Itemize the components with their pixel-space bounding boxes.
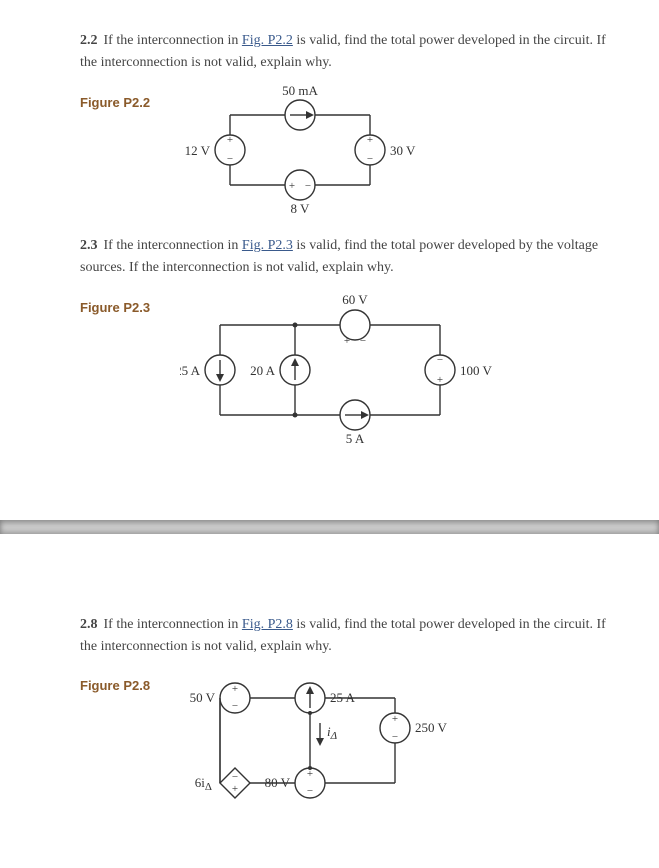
figure-container-p28: Figure P2.8 + − 50 V bbox=[80, 668, 609, 808]
label-bl-sub: Δ bbox=[205, 781, 212, 793]
label-mid: 20 A bbox=[250, 363, 276, 378]
label-bottom: 5 A bbox=[346, 431, 365, 446]
svg-text:+: + bbox=[344, 335, 350, 347]
figure-container-p23: Figure P2.3 + − 60 V bbox=[80, 290, 609, 460]
svg-text:−: − bbox=[437, 354, 443, 366]
svg-text:+: + bbox=[367, 134, 373, 146]
svg-text:−: − bbox=[232, 771, 238, 783]
problem-2-8: 2.8 If the interconnection in Fig. P2.8 i… bbox=[80, 614, 609, 809]
circuit-diagram-p28: + − 50 V 25 A + − 250 V − + 6iΔ bbox=[180, 668, 460, 808]
page-1: 2.2If the interconnection in Fig. P2.2 i… bbox=[0, 0, 659, 520]
figure-label: Figure P2.3 bbox=[80, 300, 150, 315]
text-part-a: If the interconnection in bbox=[104, 617, 242, 632]
problem-2-2: 2.2If the interconnection in Fig. P2.2 i… bbox=[80, 30, 609, 215]
svg-text:−: − bbox=[360, 335, 366, 347]
problem-number: 2.8 bbox=[80, 617, 98, 632]
problem-number: 2.2 bbox=[80, 33, 98, 48]
label-dep-sub: Δ bbox=[330, 730, 337, 742]
label-left: 12 V bbox=[185, 143, 211, 158]
label-left: 25 A bbox=[180, 363, 201, 378]
label-bm: 80 V bbox=[265, 775, 291, 790]
problem-text: 2.3If the interconnection in Fig. P2.3 i… bbox=[80, 235, 609, 280]
figure-link-p22[interactable]: Fig. P2.2 bbox=[242, 33, 293, 48]
figure-label: Figure P2.2 bbox=[80, 95, 150, 110]
svg-text:−: − bbox=[307, 785, 313, 797]
circuit-diagram-p23: + − 60 V 25 A 20 A − + 100 V bbox=[180, 290, 500, 460]
svg-text:−: − bbox=[392, 731, 398, 743]
svg-text:iΔ: iΔ bbox=[327, 724, 337, 742]
svg-text:−: − bbox=[232, 700, 238, 712]
label-bl: 6i bbox=[195, 775, 206, 790]
svg-text:+: + bbox=[289, 180, 295, 192]
svg-text:+: + bbox=[437, 374, 443, 386]
svg-text:−: − bbox=[305, 180, 311, 192]
problem-text: 2.8If the interconnection in Fig. P2.8 i… bbox=[80, 614, 609, 659]
label-tl: 50 V bbox=[190, 690, 216, 705]
figure-container-p22: Figure P2.2 50 mA + − 12 V bbox=[80, 85, 609, 215]
svg-text:+: + bbox=[227, 134, 233, 146]
svg-text:+: + bbox=[392, 713, 398, 725]
figure-link-p28[interactable]: Fig. P2.8 bbox=[242, 617, 293, 632]
label-right: 30 V bbox=[390, 143, 416, 158]
figure-label: Figure P2.8 bbox=[80, 678, 150, 693]
label-bottom: 8 V bbox=[291, 201, 311, 215]
problem-text: 2.2If the interconnection in Fig. P2.2 i… bbox=[80, 30, 609, 75]
label-top: 60 V bbox=[342, 292, 368, 307]
svg-text:+: + bbox=[232, 683, 238, 695]
problem-2-3: 2.3If the interconnection in Fig. P2.3 i… bbox=[80, 235, 609, 460]
page-2: 2.8 If the interconnection in Fig. P2.8 i… bbox=[0, 534, 659, 868]
svg-text:6iΔ: 6iΔ bbox=[195, 775, 212, 793]
text-part-a: If the interconnection in bbox=[104, 33, 242, 48]
label-tr: 25 A bbox=[330, 690, 356, 705]
page-separator bbox=[0, 520, 659, 534]
circuit-diagram-p22: 50 mA + − 12 V + − 30 V + − 8 V bbox=[180, 85, 430, 215]
figure-link-p23[interactable]: Fig. P2.3 bbox=[242, 238, 293, 253]
label-top: 50 mA bbox=[282, 85, 318, 98]
label-right: 250 V bbox=[415, 720, 448, 735]
svg-text:−: − bbox=[227, 153, 233, 165]
problem-number: 2.3 bbox=[80, 238, 98, 253]
label-right: 100 V bbox=[460, 363, 493, 378]
svg-text:−: − bbox=[367, 153, 373, 165]
svg-text:+: + bbox=[232, 783, 238, 795]
text-part-a: If the interconnection in bbox=[104, 238, 242, 253]
